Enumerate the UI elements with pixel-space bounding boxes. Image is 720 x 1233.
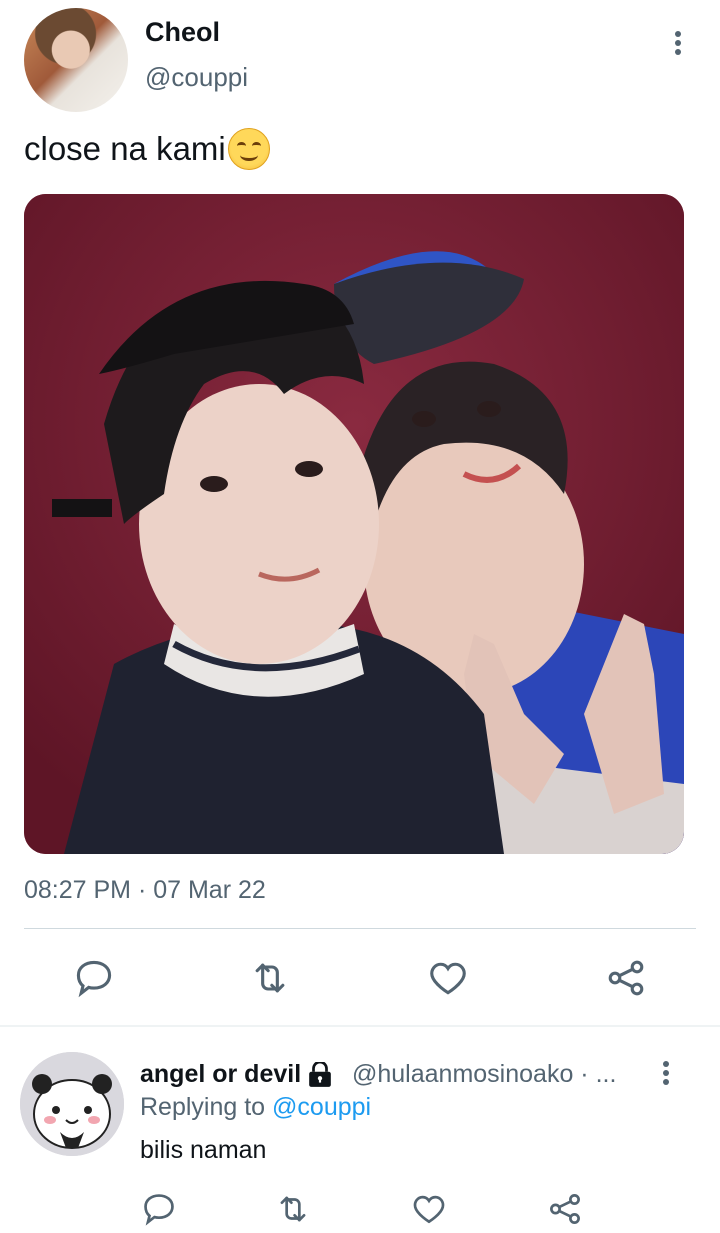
replying-to-line: Replying to @couppi (140, 1093, 371, 1122)
like-icon[interactable] (426, 956, 470, 1000)
photo-illustration (24, 194, 684, 854)
reply-share-icon[interactable] (546, 1190, 584, 1228)
reply-icon[interactable] (72, 956, 116, 1000)
author-name[interactable]: Cheol (145, 17, 220, 48)
tweet-actions (0, 936, 720, 1020)
reply-retweet-icon[interactable] (274, 1190, 312, 1228)
panda-avatar-icon (20, 1052, 124, 1156)
tweet-timestamp: 08:27 PM · 07 Mar 22 (24, 876, 266, 904)
smiling-face-emoji-icon (227, 128, 270, 170)
reply-more-options-icon[interactable] (656, 1058, 676, 1088)
share-icon[interactable] (604, 956, 648, 1000)
reply-author-handle[interactable]: @hulaanmosinoako · ... (352, 1060, 616, 1089)
author-avatar[interactable] (24, 8, 128, 112)
retweet-icon[interactable] (248, 956, 292, 1000)
section-separator (0, 1025, 720, 1027)
tweet-text: close na kami (24, 130, 226, 167)
reply-author-row: angel or devil (140, 1060, 333, 1089)
more-options-icon[interactable] (668, 28, 688, 58)
reply-reply-icon[interactable] (140, 1190, 178, 1228)
tweet-photo[interactable] (24, 194, 684, 854)
reply-author-avatar[interactable] (20, 1052, 124, 1156)
author-handle[interactable]: @couppi (145, 62, 248, 93)
replying-to-link[interactable]: @couppi (272, 1093, 371, 1121)
reply-actions (0, 1180, 720, 1226)
lock-icon (309, 1061, 332, 1087)
tweet-text-row: close na kami (24, 128, 270, 170)
replying-to-prefix: Replying to (140, 1093, 266, 1121)
reply-author-name[interactable]: angel or devil (140, 1060, 301, 1089)
reply-like-icon[interactable] (410, 1190, 448, 1228)
reply-text: bilis naman (140, 1136, 267, 1164)
divider (24, 928, 696, 929)
